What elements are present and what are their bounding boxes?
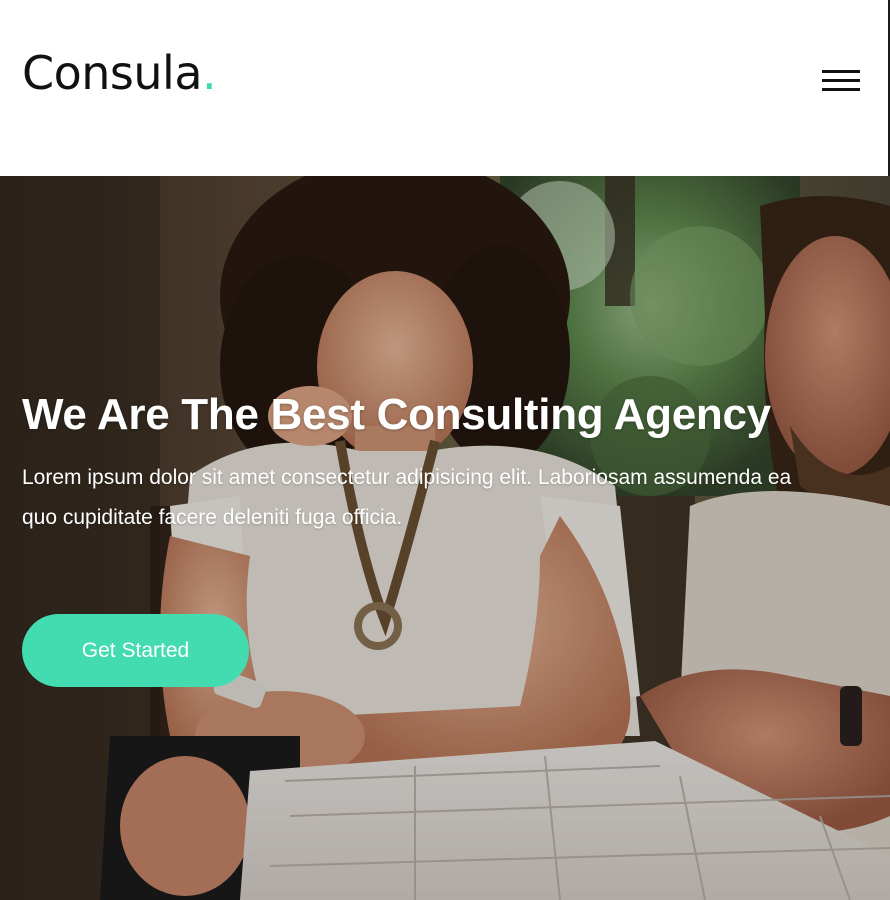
get-started-button[interactable]: Get Started [22,614,249,687]
page: Consula. We Are The Best Consulting Agen… [0,0,890,900]
hero-title: We Are The Best Consulting Agency [22,390,771,439]
hero-description: Lorem ipsum dolor sit amet consectetur a… [22,466,792,529]
hero-section: We Are The Best Consulting Agency Lorem … [0,176,890,900]
hero-overlay [0,176,890,900]
site-header: Consula. [0,0,890,176]
logo-text: Consula [22,46,203,100]
hamburger-menu-icon[interactable] [822,70,860,96]
logo[interactable]: Consula. [22,50,217,96]
logo-dot: . [202,46,217,100]
